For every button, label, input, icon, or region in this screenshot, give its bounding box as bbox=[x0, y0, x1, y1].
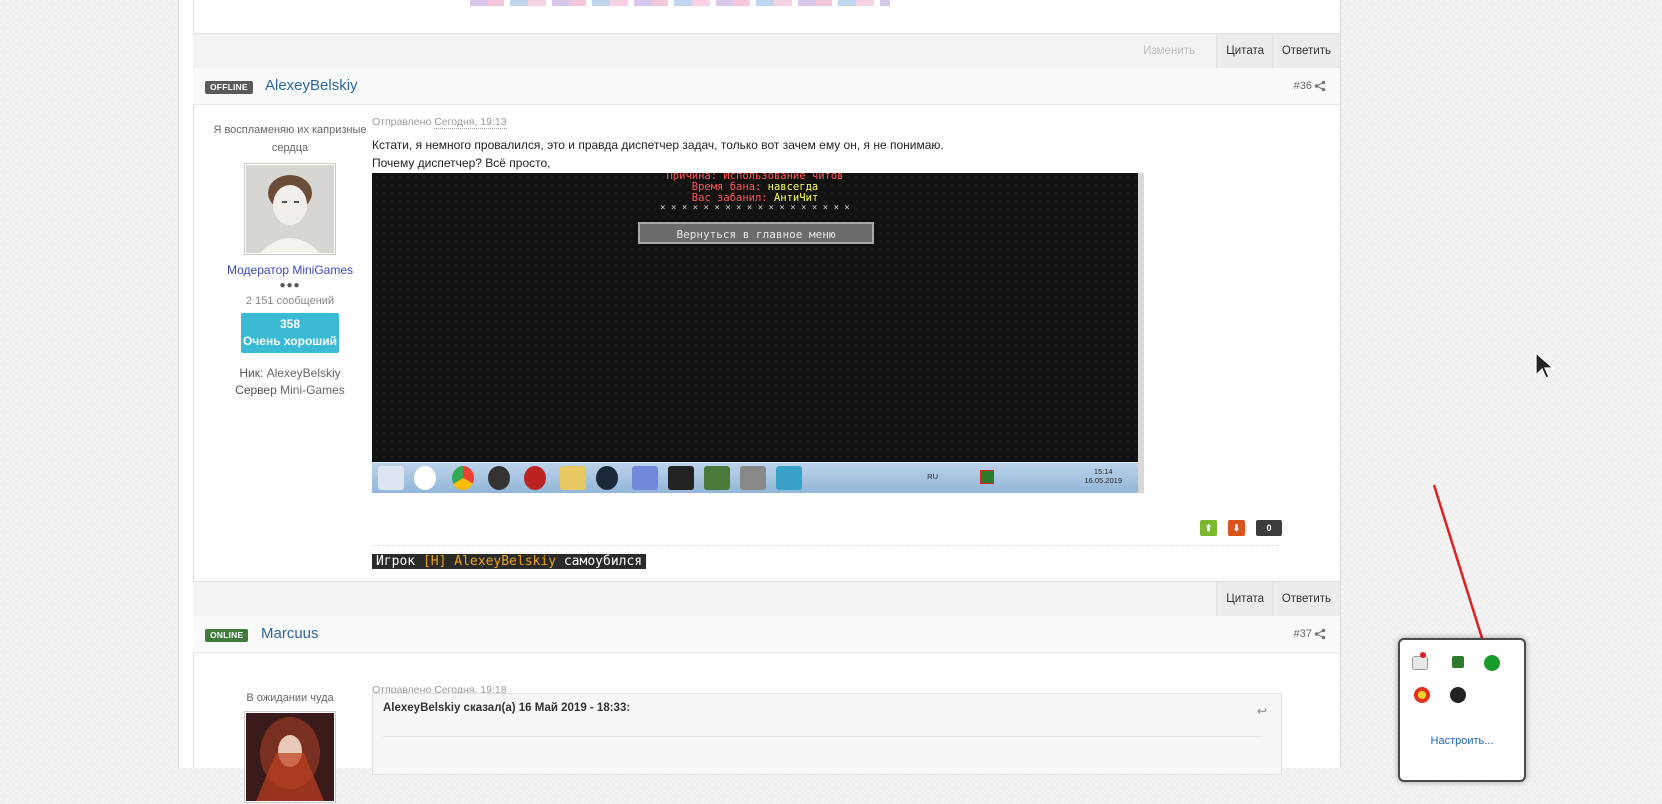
reputation-badge[interactable]: 358 Очень хороший bbox=[241, 313, 339, 353]
window-icon bbox=[740, 466, 766, 490]
folder-icon bbox=[560, 466, 586, 490]
tray-highlight-icon bbox=[980, 470, 994, 484]
separator-stars: × × × × × × × × × × × × × × × × × × bbox=[660, 203, 850, 213]
return-main-menu-button: Вернуться в главное меню bbox=[638, 222, 874, 244]
user-title: В ожидании чуда bbox=[246, 692, 334, 704]
mouse-cursor-icon bbox=[1535, 351, 1555, 379]
windows-taskbar: RU 15:14 16.05.2019 bbox=[372, 462, 1138, 493]
user-info-37: В ожидании чуда bbox=[200, 689, 380, 803]
vote-count: 0 bbox=[1256, 520, 1282, 536]
previous-post-image-strip bbox=[470, 0, 890, 6]
reply-button[interactable]: Ответить bbox=[1271, 582, 1340, 616]
quote-block: AlexeyBelskiy сказал(а) 16 Май 2019 - 18… bbox=[372, 693, 1282, 775]
recorder-icon bbox=[524, 466, 546, 490]
flower-tray-icon[interactable] bbox=[1414, 687, 1430, 703]
post-header-36: OFFLINE AlexeyBelskiy #36 bbox=[193, 68, 1340, 105]
nick-field: Ник: AlexeyBelskiy bbox=[239, 366, 341, 380]
sent-label: Отправлено bbox=[372, 116, 432, 128]
cloud-tray-icon[interactable] bbox=[1484, 655, 1500, 671]
user-fields: Ник: AlexeyBelskiy Сервер Mini-Games bbox=[200, 365, 380, 399]
tray-clock: 15:14 16.05.2019 bbox=[1084, 467, 1122, 485]
share-icon[interactable] bbox=[1314, 628, 1326, 640]
signature-divider bbox=[372, 545, 1279, 546]
edit-button[interactable]: Изменить bbox=[1134, 34, 1204, 68]
vote-up-button[interactable]: ⬆ bbox=[1200, 520, 1217, 536]
message-count: 2 151 сообщений bbox=[245, 295, 335, 307]
discord-icon bbox=[632, 466, 658, 490]
quote-button[interactable]: Цитата bbox=[1216, 34, 1273, 68]
post-text: Кстати, я немного провалился, это и прав… bbox=[372, 136, 944, 172]
reputation-value: 358 bbox=[279, 317, 301, 331]
author-name[interactable]: Marcuus bbox=[261, 625, 319, 642]
rank-pips: ●●● bbox=[279, 280, 301, 291]
steam-icon bbox=[596, 466, 618, 490]
quote-divider bbox=[383, 736, 1263, 738]
user-title: Я воспламеняю их капризные сердца bbox=[213, 124, 367, 154]
minecraft-background bbox=[372, 173, 1138, 463]
post-meta: Отправлено Сегодня, 19:13 bbox=[372, 116, 507, 129]
vk-icon bbox=[776, 466, 802, 490]
share-icon[interactable] bbox=[1314, 80, 1326, 92]
status-badge: ONLINE bbox=[205, 629, 249, 642]
quote-header: AlexeyBelskiy сказал(а) 16 Май 2019 - 18… bbox=[383, 702, 631, 714]
embedded-screenshot[interactable]: Причина: Использование читов Время бана:… bbox=[372, 173, 1144, 493]
sent-time[interactable]: Сегодня, 19:13 bbox=[434, 116, 507, 129]
post-number[interactable]: #36 bbox=[1294, 80, 1312, 92]
minecraft-icon bbox=[704, 466, 730, 490]
avatar-image bbox=[246, 165, 334, 253]
server-field: Сервер Mini-Games bbox=[235, 383, 345, 397]
tray-language: RU bbox=[927, 472, 938, 481]
start-icon bbox=[378, 466, 404, 490]
user-info-36: Я воспламеняю их капризные сердца Модера… bbox=[200, 121, 380, 399]
vote-down-button[interactable]: ⬇ bbox=[1228, 520, 1245, 536]
signature: Игрок [Н] AlexeyBelskiy самоубился bbox=[372, 554, 647, 569]
obs-tray-icon[interactable] bbox=[1450, 687, 1466, 703]
user-rank[interactable]: Модератор MiniGames bbox=[200, 263, 380, 277]
app-icon bbox=[668, 466, 694, 490]
yandex-icon bbox=[414, 466, 436, 490]
quote-jump-icon[interactable]: ↩ bbox=[1257, 704, 1267, 718]
avatar-image bbox=[246, 713, 334, 801]
post-actions-bar-36: Цитата Ответить bbox=[193, 581, 1340, 617]
discord-tray-icon[interactable] bbox=[1412, 656, 1428, 670]
avatar[interactable] bbox=[244, 711, 336, 803]
post-text-line: Почему диспетчер? Всё просто, bbox=[372, 156, 551, 170]
notification-dot-icon bbox=[1420, 652, 1426, 658]
avatar[interactable] bbox=[244, 163, 336, 255]
post-header-37: ONLINE Marcuus #37 bbox=[193, 616, 1340, 653]
post-actions-bar-prev: Изменить Цитата Ответить bbox=[193, 33, 1340, 69]
reputation-label: Очень хороший bbox=[242, 334, 338, 348]
customize-link[interactable]: Настроить... bbox=[1400, 735, 1524, 747]
author-name[interactable]: AlexeyBelskiy bbox=[265, 77, 358, 94]
tray-overflow-popup: Настроить... bbox=[1398, 638, 1526, 782]
reply-button[interactable]: Ответить bbox=[1271, 34, 1340, 68]
post-text-line: Кстати, я немного провалился, это и прав… bbox=[372, 138, 944, 152]
post-number[interactable]: #37 bbox=[1294, 628, 1312, 640]
status-badge: OFFLINE bbox=[205, 81, 253, 94]
quote-button[interactable]: Цитата bbox=[1216, 582, 1273, 616]
chrome-icon bbox=[452, 466, 474, 490]
obs-icon bbox=[488, 466, 510, 490]
minecraft-tray-icon[interactable] bbox=[1452, 656, 1464, 668]
